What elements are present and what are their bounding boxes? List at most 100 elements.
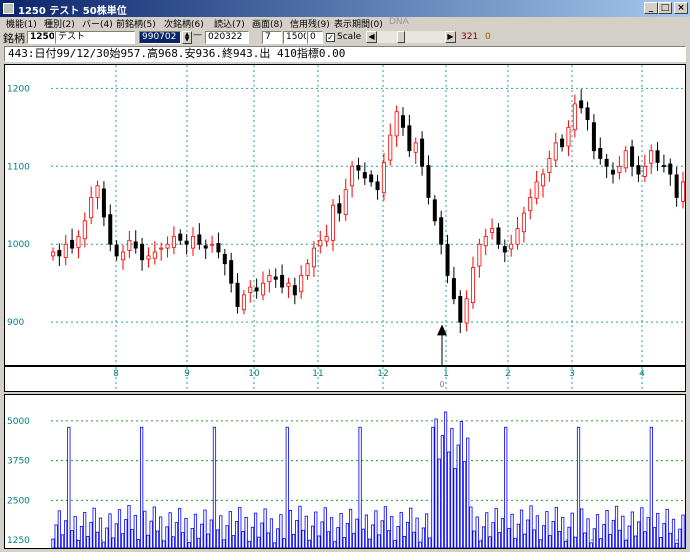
volume-bar [254, 512, 258, 549]
candle-body [95, 185, 100, 198]
volume-bar [292, 534, 296, 549]
candle-body [585, 107, 590, 120]
volume-bar [386, 530, 391, 549]
volume-bar [57, 510, 61, 549]
time-axis: 8 9 10 11 12 1 2 3 40 [113, 367, 645, 391]
menu-bar-type[interactable]: バー(4) [82, 17, 113, 30]
volume-bar [621, 515, 625, 549]
candle-body [343, 189, 348, 216]
volume-bar [538, 539, 543, 549]
volume-chart: 1250 2500 3750 5000 [7, 411, 685, 549]
time-tick-label: 1 [443, 369, 449, 379]
menu-next-symbol[interactable]: 次銘柄(6) [164, 17, 204, 30]
volume-bar [117, 509, 122, 549]
close-icon[interactable]: × [674, 2, 688, 14]
volume-tick-label: 1250 [7, 536, 30, 546]
menu-load[interactable]: 読込(7) [214, 17, 245, 30]
volume-bar [447, 451, 451, 549]
candle-body [604, 158, 609, 167]
scroll-right-icon[interactable]: ▶ [445, 31, 456, 43]
volume-bar [320, 521, 324, 549]
minimize-icon[interactable]: _ [644, 2, 658, 14]
menu-period[interactable]: 表示期間(0) [334, 17, 383, 30]
candle-body [280, 274, 285, 288]
volume-bar [269, 518, 274, 549]
name-field[interactable]: テスト [55, 31, 135, 44]
volume-bar [510, 513, 514, 549]
candle-body [133, 241, 138, 249]
volume-bar [136, 539, 141, 549]
candle-body [51, 251, 56, 257]
candle-body [273, 276, 278, 280]
candle-body [674, 174, 679, 198]
field-c[interactable]: 0 [307, 31, 323, 44]
candle-body [572, 103, 577, 131]
maximize-icon[interactable]: □ [658, 2, 672, 14]
volume-bar [599, 538, 603, 549]
volume-bar [235, 521, 239, 549]
code-field[interactable]: 1250 [27, 31, 55, 44]
candle-body [375, 181, 380, 191]
volume-bar [165, 526, 169, 549]
scroll-left-icon[interactable]: ◀ [366, 31, 377, 43]
candle-body [432, 199, 437, 222]
volume-tick-label: 2500 [7, 496, 30, 506]
volume-bar [671, 518, 676, 549]
price-tick-label: 1100 [7, 162, 30, 172]
candle-body [566, 126, 571, 147]
candle-body [235, 282, 240, 307]
end-date-field[interactable]: 020322 [205, 31, 249, 44]
menu-prev-symbol[interactable]: 前銘柄(5) [116, 17, 156, 30]
candle-body [337, 203, 342, 214]
scale-checkbox[interactable]: ✓ [326, 33, 335, 42]
volume-bar [583, 532, 587, 549]
candle-body [394, 111, 399, 137]
volume-bar [548, 535, 552, 549]
start-date-field[interactable]: 990702 [139, 31, 181, 44]
menu-function[interactable]: 機能(1) [6, 17, 37, 30]
volume-bar [561, 516, 565, 549]
candle-body [420, 138, 425, 167]
scroll-thumb[interactable] [397, 31, 405, 43]
menu-margin[interactable]: 信用残(9) [290, 17, 330, 30]
volume-bar [60, 534, 65, 549]
candle-body [642, 165, 647, 177]
code-label: 銘柄 [3, 32, 25, 45]
volume-bar [624, 539, 628, 549]
volume-bar [187, 542, 191, 549]
field-b[interactable]: 1500 [283, 31, 307, 44]
candle-body [553, 142, 558, 161]
candle-body [330, 204, 335, 241]
marker-label: 0 [439, 380, 444, 389]
volume-bar [76, 540, 80, 549]
volume-bar [618, 529, 622, 549]
volume-bar [428, 537, 432, 549]
candle-body [470, 267, 475, 304]
volume-bar [345, 523, 350, 549]
candle-body [241, 294, 246, 311]
start-date-spinner[interactable]: ▲ ▼ [182, 31, 192, 44]
scroll-track[interactable] [377, 31, 445, 43]
volume-bar [545, 511, 549, 549]
menu-type[interactable]: 種別(2) [44, 17, 75, 30]
menu-screen[interactable]: 画面(8) [252, 17, 283, 30]
candle-body [655, 150, 660, 163]
volume-bar [456, 444, 460, 549]
volume-bar [273, 542, 277, 549]
candle-body [617, 165, 622, 173]
candle-body [668, 163, 673, 175]
volume-bar [314, 511, 318, 549]
info-bar: 443:日付99/12/30始957.高968.安936.終943.出 410指… [4, 46, 686, 62]
field-a[interactable]: 7 [262, 31, 282, 44]
volume-bar [633, 535, 638, 549]
volume-tick-label: 5000 [7, 417, 30, 427]
candle-body [260, 282, 265, 296]
volume-bar [551, 521, 555, 549]
volume-bar [111, 537, 115, 549]
candle-body [541, 173, 546, 187]
volume-bar [681, 514, 685, 549]
candle-body [248, 286, 253, 293]
volume-bar [469, 506, 473, 549]
volume-bar [92, 507, 96, 549]
volume-bar [152, 506, 156, 549]
